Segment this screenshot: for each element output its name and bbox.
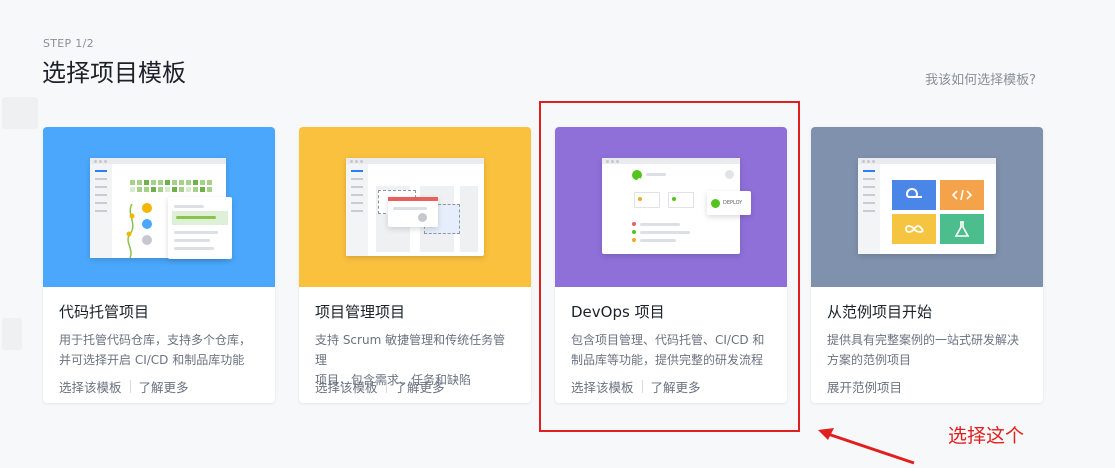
card-description-line: 提供具有完整案例的一站式研发解决 — [827, 333, 1020, 347]
card-title: 从范例项目开始 — [827, 303, 933, 321]
card-banner — [811, 127, 1043, 287]
card-description: 用于托管代码仓库，支持多个仓库， 并可选择开启 CI/CD 和制品库功能 — [59, 330, 259, 370]
card-description-line: 方案的范例项目 — [827, 353, 912, 367]
card-title: 项目管理项目 — [315, 303, 406, 321]
template-card-code-hosting[interactable]: 代码托管项目 用于托管代码仓库，支持多个仓库， 并可选择开启 CI/CD 和制品… — [43, 127, 275, 403]
card-description-line: 用于托管代码仓库，支持多个仓库， — [59, 333, 252, 347]
banner-illustration — [858, 158, 996, 254]
help-link[interactable]: 我该如何选择模板? — [925, 69, 1036, 88]
card-actions: 展开范例项目 — [827, 377, 1027, 396]
annotation-text: 选择这个 — [948, 425, 1025, 447]
card-banner — [299, 127, 531, 287]
divider — [129, 380, 131, 393]
card-description-line: 支持 Scrum 敏捷管理和传统任务管理 — [315, 333, 506, 367]
annotation-arrow-icon — [818, 428, 915, 465]
divider — [385, 380, 387, 393]
banner-overlay-panel — [168, 197, 232, 259]
loop-icon — [892, 180, 936, 210]
code-icon — [940, 180, 984, 210]
background-placeholder — [2, 318, 22, 350]
template-card-example-project[interactable]: 从范例项目开始 提供具有完整案例的一站式研发解决 方案的范例项目 展开范例项目 — [811, 127, 1043, 403]
select-template-button[interactable]: 选择该模板 — [59, 377, 122, 396]
card-actions: 选择该模板 了解更多 — [59, 377, 259, 396]
card-description: 提供具有完整案例的一站式研发解决 方案的范例项目 — [827, 330, 1027, 370]
card-description-line: 并可选择开启 CI/CD 和制品库功能 — [59, 353, 245, 367]
banner-overlay-panel — [388, 197, 438, 227]
background-placeholder — [2, 97, 38, 129]
learn-more-link[interactable]: 了解更多 — [139, 377, 189, 396]
select-template-button[interactable]: 选择该模板 — [315, 377, 378, 396]
step-indicator: STEP 1/2 — [43, 37, 94, 50]
card-title: 代码托管项目 — [59, 303, 150, 321]
infinity-icon — [892, 214, 936, 244]
expand-examples-button[interactable]: 展开范例项目 — [827, 377, 902, 396]
card-banner — [43, 127, 275, 287]
card-actions: 选择该模板 了解更多 — [315, 377, 515, 396]
template-card-project-management[interactable]: 项目管理项目 支持 Scrum 敏捷管理和传统任务管理 项目，包含需求、任务和缺… — [299, 127, 531, 403]
flask-icon — [940, 214, 984, 244]
learn-more-link[interactable]: 了解更多 — [395, 377, 445, 396]
card-description: 支持 Scrum 敏捷管理和传统任务管理 项目，包含需求、任务和缺陷 — [315, 330, 515, 387]
annotation-highlight-box — [539, 101, 800, 432]
page-title: 选择项目模板 — [42, 59, 186, 87]
